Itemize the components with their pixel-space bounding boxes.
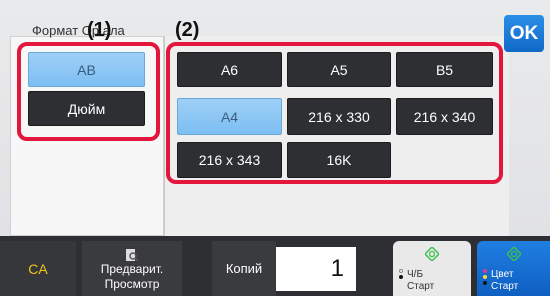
size-216x343-button[interactable]: 216 x 343	[177, 142, 282, 178]
callout-label-left: (1)	[87, 19, 112, 41]
start-diamond-icon	[425, 247, 439, 261]
copies-label: Копий	[212, 241, 276, 296]
bw-start-button[interactable]: Ч/Б Старт	[393, 241, 471, 296]
bw-start-label-line1: Ч/Б	[407, 269, 424, 280]
color-dots-icon	[483, 269, 489, 287]
preview-label-line1: Предварит.	[100, 262, 164, 276]
bw-start-label-line2: Старт	[407, 281, 435, 292]
preview-icon	[126, 249, 139, 262]
size-b5-button[interactable]: B5	[396, 52, 493, 87]
unit-ab-button[interactable]: AB	[28, 52, 145, 87]
screen: Формат Ор ала OK (1) (2) AB Дюйм A6 A5 B…	[0, 0, 550, 296]
color-start-button[interactable]: Цвет Старт	[477, 241, 550, 296]
size-a5-button[interactable]: A5	[287, 52, 391, 87]
callout-label-right: (2)	[175, 19, 200, 41]
size-a6-button[interactable]: A6	[177, 52, 282, 87]
unit-inch-button[interactable]: Дюйм	[28, 91, 145, 126]
size-16k-button[interactable]: 16K	[287, 142, 391, 178]
size-216x340-button[interactable]: 216 x 340	[396, 98, 493, 135]
bw-start-label: Ч/Б Старт	[407, 269, 434, 293]
size-216x330-button[interactable]: 216 x 330	[287, 98, 391, 135]
bw-dots-icon	[399, 269, 405, 281]
preview-button[interactable]: Предварит. Просмотр	[82, 241, 182, 296]
start-diamond-icon	[506, 247, 521, 261]
color-start-label-line2: Старт	[491, 281, 519, 292]
color-start-label-line1: Цвет	[491, 269, 514, 280]
clear-all-button[interactable]: CA	[0, 241, 76, 296]
preview-label-line2: Просмотр	[104, 277, 160, 291]
copies-input[interactable]: 1	[276, 247, 356, 291]
ok-button[interactable]: OK	[504, 15, 544, 52]
color-start-label: Цвет Старт	[491, 269, 518, 293]
size-a4-button[interactable]: A4	[177, 98, 282, 135]
